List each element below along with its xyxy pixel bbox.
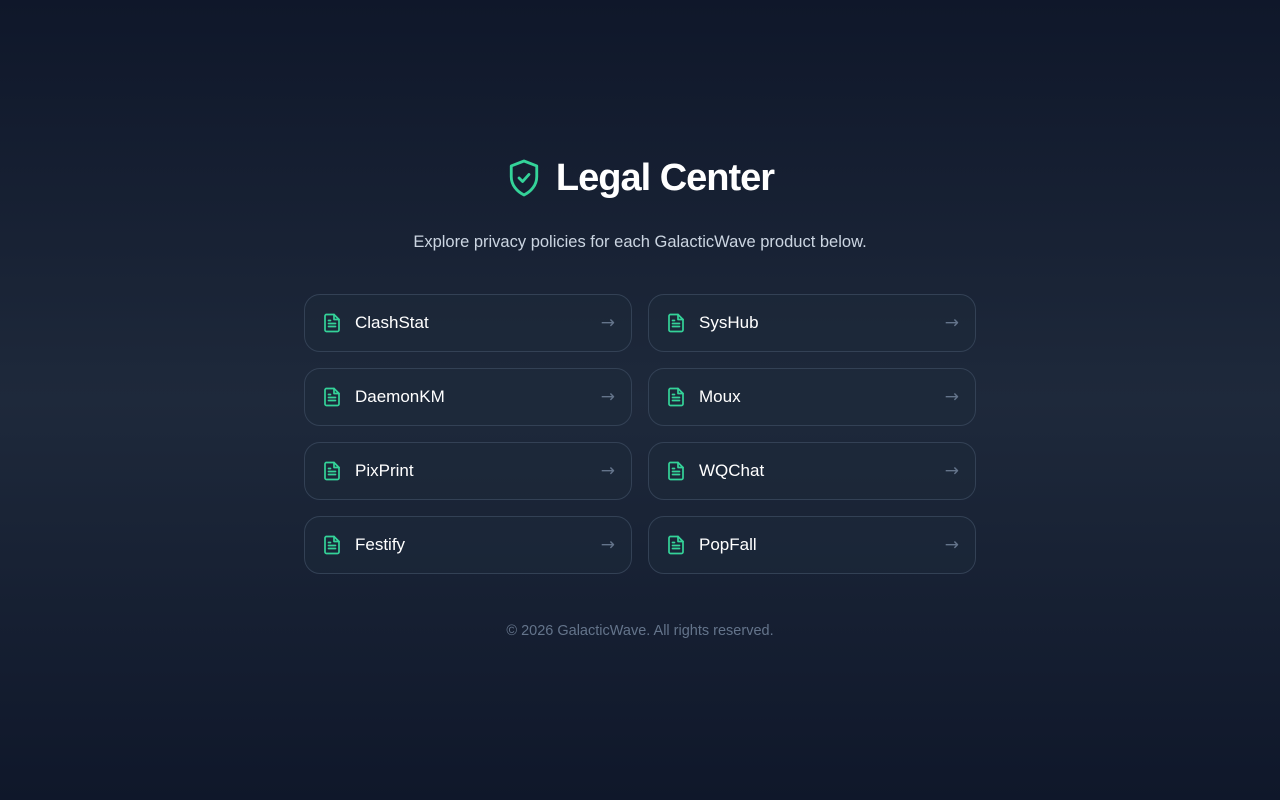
product-label: DaemonKM: [355, 387, 445, 406]
product-label: ClashStat: [355, 313, 429, 332]
product-card-popfall[interactable]: PopFall →: [648, 516, 976, 574]
document-icon: [666, 535, 686, 555]
arrow-right-icon: →: [944, 461, 959, 481]
product-card-wqchat[interactable]: WQChat →: [648, 442, 976, 500]
document-icon: [666, 461, 686, 481]
arrow-right-icon: →: [600, 313, 615, 333]
product-card-daemonkm[interactable]: DaemonKM →: [304, 368, 632, 426]
page-title: Legal Center: [555, 157, 775, 199]
document-icon: [666, 313, 686, 333]
product-label: Moux: [699, 387, 741, 406]
page-header: Legal Center: [0, 156, 1280, 200]
arrow-right-icon: →: [600, 387, 615, 407]
product-grid: ClashStat → SysHub → DaemonKM → Moux → P…: [304, 294, 976, 574]
product-card-syshub[interactable]: SysHub →: [648, 294, 976, 352]
product-label: PopFall: [699, 535, 757, 554]
shield-check-icon: [506, 157, 542, 199]
document-icon: [322, 313, 342, 333]
product-label: PixPrint: [355, 461, 414, 480]
document-icon: [666, 387, 686, 407]
product-label: WQChat: [699, 461, 765, 480]
document-icon: [322, 461, 342, 481]
product-label: Festify: [355, 535, 406, 554]
arrow-right-icon: →: [944, 535, 959, 555]
document-icon: [322, 387, 342, 407]
arrow-right-icon: →: [600, 535, 615, 555]
product-card-festify[interactable]: Festify →: [304, 516, 632, 574]
product-card-pixprint[interactable]: PixPrint →: [304, 442, 632, 500]
arrow-right-icon: →: [944, 387, 959, 407]
product-label: SysHub: [699, 313, 759, 332]
product-card-moux[interactable]: Moux →: [648, 368, 976, 426]
arrow-right-icon: →: [944, 313, 959, 333]
copyright-footer: © 2026 GalacticWave. All rights reserved…: [506, 623, 774, 639]
legal-center-page: Legal Center Explore privacy policies fo…: [0, 0, 1280, 800]
document-icon: [322, 535, 342, 555]
product-card-clashstat[interactable]: ClashStat →: [304, 294, 632, 352]
arrow-right-icon: →: [600, 461, 615, 481]
page-subtitle: Explore privacy policies for each Galact…: [413, 233, 867, 251]
